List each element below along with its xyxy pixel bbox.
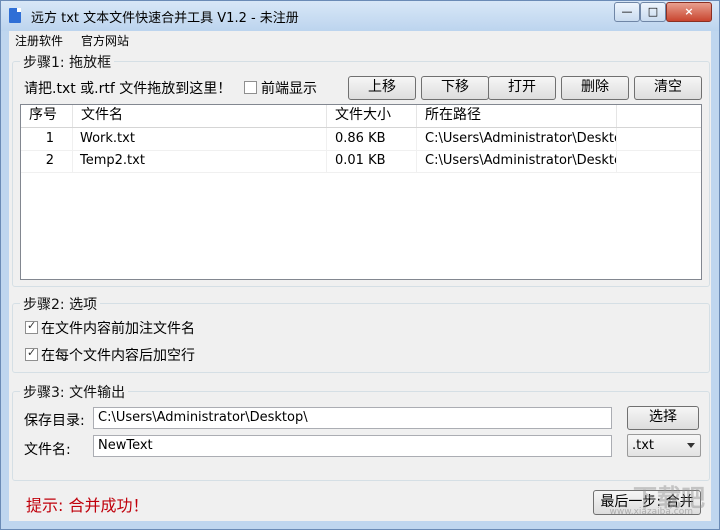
menu-bar: 注册软件 官方网站 [9, 31, 711, 49]
row-filename: Work.txt [73, 128, 327, 150]
delete-button[interactable]: 删除 [561, 76, 629, 100]
menu-register[interactable]: 注册软件 [15, 32, 63, 49]
row-index: 1 [21, 128, 73, 150]
column-path[interactable]: 所在路径 [417, 105, 617, 127]
extension-select[interactable]: .txt [627, 434, 701, 457]
row-path: C:\Users\Administrator\Desktop\ [417, 150, 617, 172]
drop-hint: 请把.txt 或.rtf 文件拖放到这里！ [24, 81, 232, 97]
prefix-filename-checkbox[interactable] [25, 319, 38, 334]
status-message: 提示: 合并成功！ [26, 496, 149, 515]
chevron-down-icon [687, 443, 695, 448]
row-path: C:\Users\Administrator\Desktop\ [417, 128, 617, 150]
row-filesize: 0.86 KB [327, 128, 417, 150]
choose-dir-button[interactable]: 选择 [627, 406, 699, 430]
title-bar: 远方 txt 文本文件快速合并工具 V1.2 - 未注册 — □ × [1, 1, 719, 31]
column-filesize[interactable]: 文件大小 [327, 105, 417, 127]
menu-official-site[interactable]: 官方网站 [81, 32, 129, 49]
save-dir-input[interactable]: C:\Users\Administrator\Desktop\ [93, 407, 612, 429]
step3-group: 步骤3: 文件输出 保存目录: C:\Users\Administrator\D… [12, 382, 710, 481]
step1-title: 步骤1: 拖放框 [20, 52, 115, 72]
watermark-url: www.xiazaiba.com [609, 507, 693, 517]
row-filename: Temp2.txt [73, 150, 327, 172]
move-down-button[interactable]: 下移 [421, 76, 489, 100]
save-dir-label: 保存目录: [24, 413, 85, 429]
table-row[interactable]: 2 Temp2.txt 0.01 KB C:\Users\Administrat… [21, 150, 701, 173]
prefix-filename-label: 在文件内容前加注文件名 [41, 321, 195, 337]
blank-line-checkbox[interactable] [25, 346, 38, 361]
row-index: 2 [21, 150, 73, 172]
step2-group: 步骤2: 选项 在文件内容前加注文件名 在每个文件内容后加空行 [12, 294, 710, 373]
step3-title: 步骤3: 文件输出 [20, 382, 129, 402]
filename-input[interactable]: NewText [93, 435, 612, 457]
window-title: 远方 txt 文本文件快速合并工具 V1.2 - 未注册 [31, 11, 299, 26]
minimize-button[interactable]: — [614, 2, 640, 22]
blank-line-label: 在每个文件内容后加空行 [41, 348, 195, 364]
maximize-button[interactable]: □ [640, 2, 666, 22]
move-up-button[interactable]: 上移 [348, 76, 416, 100]
clear-button[interactable]: 清空 [634, 76, 702, 100]
step2-title: 步骤2: 选项 [20, 294, 101, 314]
table-row[interactable]: 1 Work.txt 0.86 KB C:\Users\Administrato… [21, 128, 701, 151]
open-button[interactable]: 打开 [488, 76, 556, 100]
step1-group: 步骤1: 拖放框 请把.txt 或.rtf 文件拖放到这里！ 前端显示 上移 下… [12, 52, 710, 287]
extension-value: .txt [632, 438, 655, 453]
file-list-header: 序号 文件名 文件大小 所在路径 [21, 105, 701, 128]
app-window: 远方 txt 文本文件快速合并工具 V1.2 - 未注册 — □ × 注册软件 … [0, 0, 720, 530]
row-filesize: 0.01 KB [327, 150, 417, 172]
column-index[interactable]: 序号 [21, 105, 73, 127]
file-list[interactable]: 序号 文件名 文件大小 所在路径 1 Work.txt 0.86 KB C:\U… [20, 104, 702, 280]
front-display-label: 前端显示 [261, 81, 317, 97]
client-area: 步骤1: 拖放框 请把.txt 或.rtf 文件拖放到这里！ 前端显示 上移 下… [9, 49, 711, 521]
column-filename[interactable]: 文件名 [73, 105, 327, 127]
close-button[interactable]: × [666, 2, 712, 22]
front-display-checkbox[interactable] [244, 81, 257, 94]
filename-label: 文件名: [24, 442, 71, 458]
app-file-icon [9, 8, 21, 23]
